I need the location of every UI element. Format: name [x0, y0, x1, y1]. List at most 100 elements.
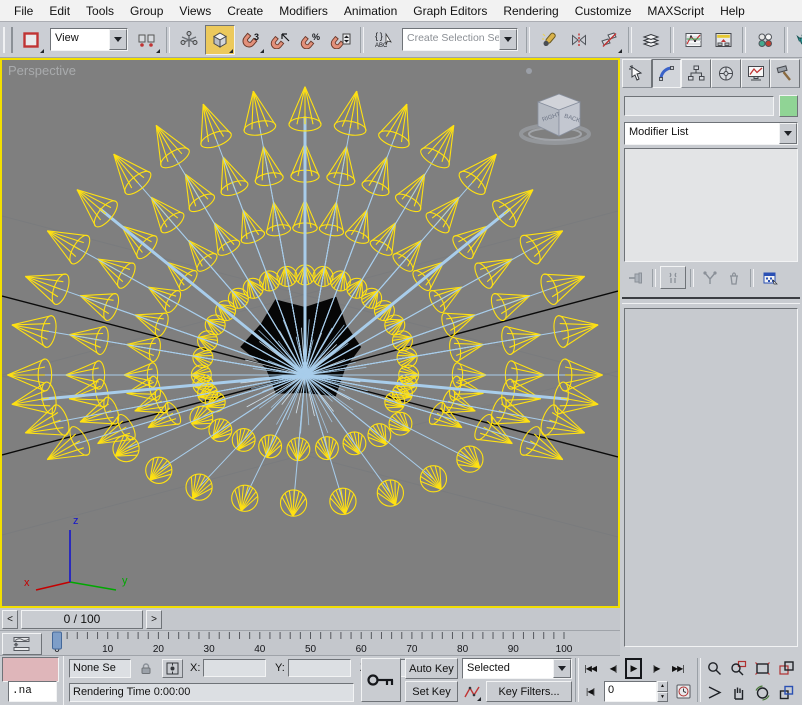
- go-to-end-button[interactable]: ▶▶|: [668, 658, 688, 679]
- track-bar-ruler[interactable]: 0102030405060708090100: [40, 631, 618, 656]
- key-filter-dropdown[interactable]: Selected: [462, 658, 572, 679]
- torch-tool-button[interactable]: [535, 26, 563, 54]
- reference-coordinate-dropdown[interactable]: View: [50, 28, 128, 51]
- configure-modifier-sets-button[interactable]: [758, 267, 782, 288]
- key-filters-button[interactable]: Key Filters...: [486, 681, 572, 702]
- named-selection-sets-button[interactable]: { } ABC: [369, 26, 397, 54]
- dropdown-arrow-icon[interactable]: [553, 659, 571, 678]
- angle-snap-button[interactable]: [267, 26, 295, 54]
- next-frame-button[interactable]: |▶: [647, 658, 665, 679]
- zoom-extents-button[interactable]: [750, 657, 774, 681]
- menu-item-tools[interactable]: Tools: [78, 2, 122, 20]
- make-unique-icon: [702, 271, 718, 285]
- modifier-list-dropdown[interactable]: Modifier List: [624, 122, 798, 145]
- perspective-viewport[interactable]: xyzRIGHTBACK Perspective: [0, 58, 620, 608]
- macro-recorder-pane[interactable]: [2, 657, 59, 682]
- tab-modify[interactable]: [652, 59, 682, 88]
- snaps-toggle-button[interactable]: [205, 25, 235, 55]
- show-end-result-button[interactable]: [660, 266, 686, 289]
- remove-modifier-button[interactable]: [722, 267, 746, 288]
- percent-snap-button[interactable]: %: [297, 26, 325, 54]
- align-button[interactable]: [595, 26, 623, 54]
- named-selection-set-combo[interactable]: Create Selection Set: [402, 28, 518, 51]
- arc-rotate-button[interactable]: [750, 681, 774, 705]
- render-button[interactable]: [793, 26, 802, 54]
- menu-item-animation[interactable]: Animation: [336, 2, 405, 20]
- toolbar-separator: [166, 27, 170, 53]
- menu-item-views[interactable]: Views: [171, 2, 219, 20]
- spinner-snap-button[interactable]: [327, 26, 355, 54]
- time-configuration-button[interactable]: [673, 681, 693, 702]
- tab-hierarchy[interactable]: [681, 59, 711, 88]
- menu-item-file[interactable]: File: [6, 2, 41, 20]
- menu-item-edit[interactable]: Edit: [41, 2, 78, 20]
- curve-editor-button[interactable]: [679, 26, 707, 54]
- snap-3d-button[interactable]: 3: [237, 26, 265, 54]
- maxscript-listener[interactable]: .na: [8, 681, 57, 702]
- select-and-manipulate-button[interactable]: [175, 26, 203, 54]
- mirror-button[interactable]: [565, 26, 593, 54]
- layer-manager-button[interactable]: [637, 26, 665, 54]
- main-toolbar: View: [0, 22, 802, 58]
- make-unique-button[interactable]: [698, 267, 722, 288]
- spin-up-icon[interactable]: ▲: [657, 681, 668, 692]
- go-to-start-button[interactable]: |◀◀: [580, 658, 600, 679]
- svg-text:%: %: [312, 32, 320, 42]
- modifier-stack[interactable]: [624, 148, 798, 262]
- default-in-out-tangents-button[interactable]: [462, 681, 482, 702]
- min-max-toggle-button[interactable]: [774, 681, 798, 705]
- tab-utilities[interactable]: [770, 59, 800, 88]
- set-key-button[interactable]: Set Key: [405, 681, 458, 702]
- zoom-button[interactable]: [702, 657, 726, 681]
- svg-text:60: 60: [356, 644, 368, 655]
- dropdown-arrow-icon[interactable]: [779, 123, 797, 144]
- open-mini-curve-editor-button[interactable]: [2, 633, 42, 655]
- zoom-all-button[interactable]: [726, 657, 750, 681]
- tab-display[interactable]: [741, 59, 771, 88]
- use-pivot-center-button[interactable]: [133, 26, 161, 54]
- object-name-field[interactable]: [624, 96, 774, 116]
- magnet-3d-icon: 3: [240, 31, 262, 49]
- field-of-view-button[interactable]: [702, 681, 726, 705]
- menu-item-group[interactable]: Group: [122, 2, 171, 20]
- tab-motion[interactable]: [711, 59, 741, 88]
- key-mode-toggle-button[interactable]: |◀|: [580, 681, 600, 702]
- menu-item-help[interactable]: Help: [712, 2, 753, 20]
- menu-item-customize[interactable]: Customize: [567, 2, 640, 20]
- time-slider-prev-button[interactable]: <: [2, 610, 18, 629]
- y-field[interactable]: [288, 659, 351, 677]
- time-slider-next-button[interactable]: >: [146, 610, 162, 629]
- auto-key-button[interactable]: Auto Key: [405, 658, 458, 679]
- menu-item-create[interactable]: Create: [219, 2, 271, 20]
- spin-down-icon[interactable]: ▼: [657, 692, 668, 703]
- menu-item-graph-editors[interactable]: Graph Editors: [405, 2, 495, 20]
- previous-frame-button[interactable]: ◀|: [604, 658, 622, 679]
- selection-region-button[interactable]: [17, 26, 45, 54]
- play-button[interactable]: ▶: [625, 658, 642, 679]
- selection-lock-button[interactable]: [136, 659, 155, 678]
- track-bar[interactable]: 0102030405060708090100: [0, 631, 620, 656]
- pin-stack-button[interactable]: [624, 267, 648, 288]
- x-field[interactable]: [203, 659, 266, 677]
- menu-item-rendering[interactable]: Rendering: [495, 2, 566, 20]
- rollout-area[interactable]: [624, 308, 798, 647]
- selection-region-icon: [22, 31, 40, 49]
- pan-view-button[interactable]: [726, 681, 750, 705]
- absolute-offset-mode-button[interactable]: [162, 659, 183, 678]
- tab-create[interactable]: [622, 59, 652, 88]
- dropdown-arrow-icon[interactable]: [109, 29, 127, 50]
- toolbar-drag-handle[interactable]: [3, 27, 13, 53]
- dropdown-arrow-icon[interactable]: [499, 29, 517, 50]
- viewport-label[interactable]: Perspective: [8, 63, 76, 78]
- zoom-extents-all-button[interactable]: [774, 657, 798, 681]
- object-color-swatch[interactable]: [779, 95, 798, 117]
- current-frame-field[interactable]: 0: [604, 681, 657, 702]
- viewport-scene[interactable]: xyzRIGHTBACK: [2, 60, 618, 606]
- material-editor-button[interactable]: [751, 26, 779, 54]
- set-keys-button[interactable]: [361, 658, 401, 702]
- schematic-view-button[interactable]: [709, 26, 737, 54]
- menu-item-modifiers[interactable]: Modifiers: [271, 2, 336, 20]
- time-slider-handle[interactable]: 0 / 100: [21, 610, 143, 629]
- menu-item-maxscript[interactable]: MAXScript: [639, 2, 712, 20]
- frame-spinner-arrows[interactable]: ▲ ▼: [657, 681, 668, 702]
